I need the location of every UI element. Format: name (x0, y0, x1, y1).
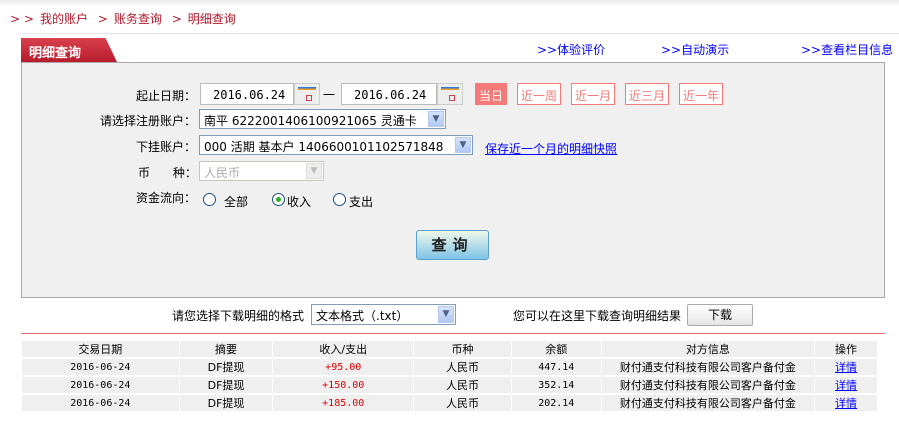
sub-account-select[interactable]: 000 活期 基本户 1406600101102571848 ▼ (199, 135, 473, 155)
table-row: 2016-06-24 DF提现 +150.00 人民币 352.14 财付通支付… (22, 377, 877, 395)
breadcrumb-arrow: > > (10, 12, 34, 26)
radio-income[interactable] (272, 193, 285, 206)
cell-balance: 202.14 (511, 395, 601, 413)
quick-today-button[interactable]: 当日 (475, 83, 508, 105)
link-feedback[interactable]: >>体验评价 (537, 41, 605, 58)
sub-account-label: 下挂账户： (135, 140, 196, 154)
breadcrumb-detail-query[interactable]: 明细查询 (188, 12, 236, 26)
header-amount: 收入/支出 (273, 341, 414, 359)
calendar-icon[interactable] (437, 83, 463, 105)
top-shade (0, 0, 899, 6)
header-currency: 币种 (414, 341, 511, 359)
date-range-label: 起止日期： (135, 89, 196, 103)
radio-expense-label: 支出 (349, 195, 374, 209)
currency-value: 人民币 (204, 166, 241, 180)
snapshot-link[interactable]: 保存近一个月的明细快照 (485, 140, 617, 157)
radio-income-label: 收入 (287, 195, 312, 209)
cell-balance: 352.14 (511, 377, 601, 395)
quick-week-button[interactable]: 近一周 (517, 83, 562, 105)
cell-amount: +150.00 (273, 377, 414, 395)
quick-month-button[interactable]: 近一月 (571, 83, 616, 105)
detail-link[interactable]: 详情 (835, 361, 857, 374)
cell-currency: 人民币 (414, 395, 511, 413)
cell-currency: 人民币 (414, 377, 511, 395)
header-balance: 余额 (511, 341, 601, 359)
header-summary: 摘要 (179, 341, 273, 359)
cell-counterparty: 财付通支付科技有限公司客户备付金 (601, 377, 815, 395)
quick-year-button[interactable]: 近一年 (679, 83, 724, 105)
cell-balance: 447.14 (511, 359, 601, 377)
download-format-select[interactable]: 文本格式（.txt） ▼ (311, 304, 456, 325)
cell-summary: DF提现 (179, 359, 273, 377)
date-separator: 一 (323, 88, 336, 102)
cell-action: 详情 (815, 395, 877, 413)
divider (21, 333, 885, 334)
radio-all[interactable] (203, 193, 216, 206)
download-button[interactable]: 下载 (687, 304, 753, 326)
header-counterparty: 对方信息 (601, 341, 815, 359)
query-button[interactable]: 查询 (416, 230, 489, 260)
transactions-table: 交易日期 摘要 收入/支出 币种 余额 对方信息 操作 2016-06-24 D… (21, 341, 878, 413)
cell-date: 2016-06-24 (22, 395, 179, 413)
cell-action: 详情 (815, 359, 877, 377)
chevron-down-icon[interactable]: ▼ (455, 137, 471, 153)
link-column-info[interactable]: >>查看栏目信息 (801, 41, 893, 58)
link-auto-demo[interactable]: >>自动演示 (661, 41, 729, 58)
quick-3month-button[interactable]: 近三月 (625, 83, 670, 105)
cell-counterparty: 财付通支付科技有限公司客户备付金 (601, 359, 815, 377)
calendar-icon[interactable] (294, 83, 320, 105)
download-hint: 您可以在这里下载查询明细结果 (513, 309, 682, 323)
cell-date: 2016-06-24 (22, 359, 179, 377)
currency-label: 币 种： (138, 166, 197, 180)
table-row: 2016-06-24 DF提现 +95.00 人民币 447.14 财付通支付科… (22, 359, 877, 377)
header-date: 交易日期 (22, 341, 179, 359)
breadcrumb-arrow: > (97, 12, 108, 26)
breadcrumb-my-account[interactable]: 我的账户 (40, 12, 88, 26)
cell-amount: +185.00 (273, 395, 414, 413)
cell-summary: DF提现 (179, 377, 273, 395)
chevron-down-icon[interactable]: ▼ (438, 306, 454, 323)
breadcrumb: > > 我的账户 > 账务查询 > 明细查询 (10, 10, 242, 27)
cell-currency: 人民币 (414, 359, 511, 377)
radio-all-label: 全部 (224, 195, 249, 209)
chevron-down-icon[interactable]: ▼ (428, 111, 444, 127)
cell-counterparty: 财付通支付科技有限公司客户备付金 (601, 395, 815, 413)
header-action: 操作 (815, 341, 877, 359)
detail-link[interactable]: 详情 (835, 379, 857, 392)
radio-expense[interactable] (333, 193, 346, 206)
table-header: 交易日期 摘要 收入/支出 币种 余额 对方信息 操作 (22, 341, 877, 359)
tab-detail-query[interactable]: 明细查询 (21, 38, 117, 62)
sub-account-value: 000 活期 基本户 1406600101102571848 (204, 140, 444, 154)
chevron-down-icon: ▼ (306, 163, 322, 179)
account-label: 请选择注册账户： (99, 114, 196, 128)
account-value: 南平 6222001406100921065 灵通卡 (204, 114, 417, 128)
download-format-value: 文本格式（.txt） (316, 309, 409, 323)
table-row: 2016-06-24 DF提现 +185.00 人民币 202.14 财付通支付… (22, 395, 877, 413)
detail-link[interactable]: 详情 (835, 397, 857, 410)
cell-date: 2016-06-24 (22, 377, 179, 395)
flow-label: 资金流向： (135, 191, 196, 205)
cell-action: 详情 (815, 377, 877, 395)
breadcrumb-arrow: > (171, 12, 182, 26)
account-select[interactable]: 南平 6222001406100921065 灵通卡 ▼ (199, 109, 446, 129)
breadcrumb-account-query[interactable]: 账务查询 (114, 12, 162, 26)
cell-summary: DF提现 (179, 395, 273, 413)
currency-select: 人民币 ▼ (199, 161, 324, 181)
start-date-input[interactable]: 2016.06.24 (200, 83, 294, 105)
end-date-input[interactable]: 2016.06.24 (341, 83, 437, 105)
cell-amount: +95.00 (273, 359, 414, 377)
divider (23, 33, 899, 34)
download-format-label: 请您选择下载明细的格式 (172, 309, 305, 323)
